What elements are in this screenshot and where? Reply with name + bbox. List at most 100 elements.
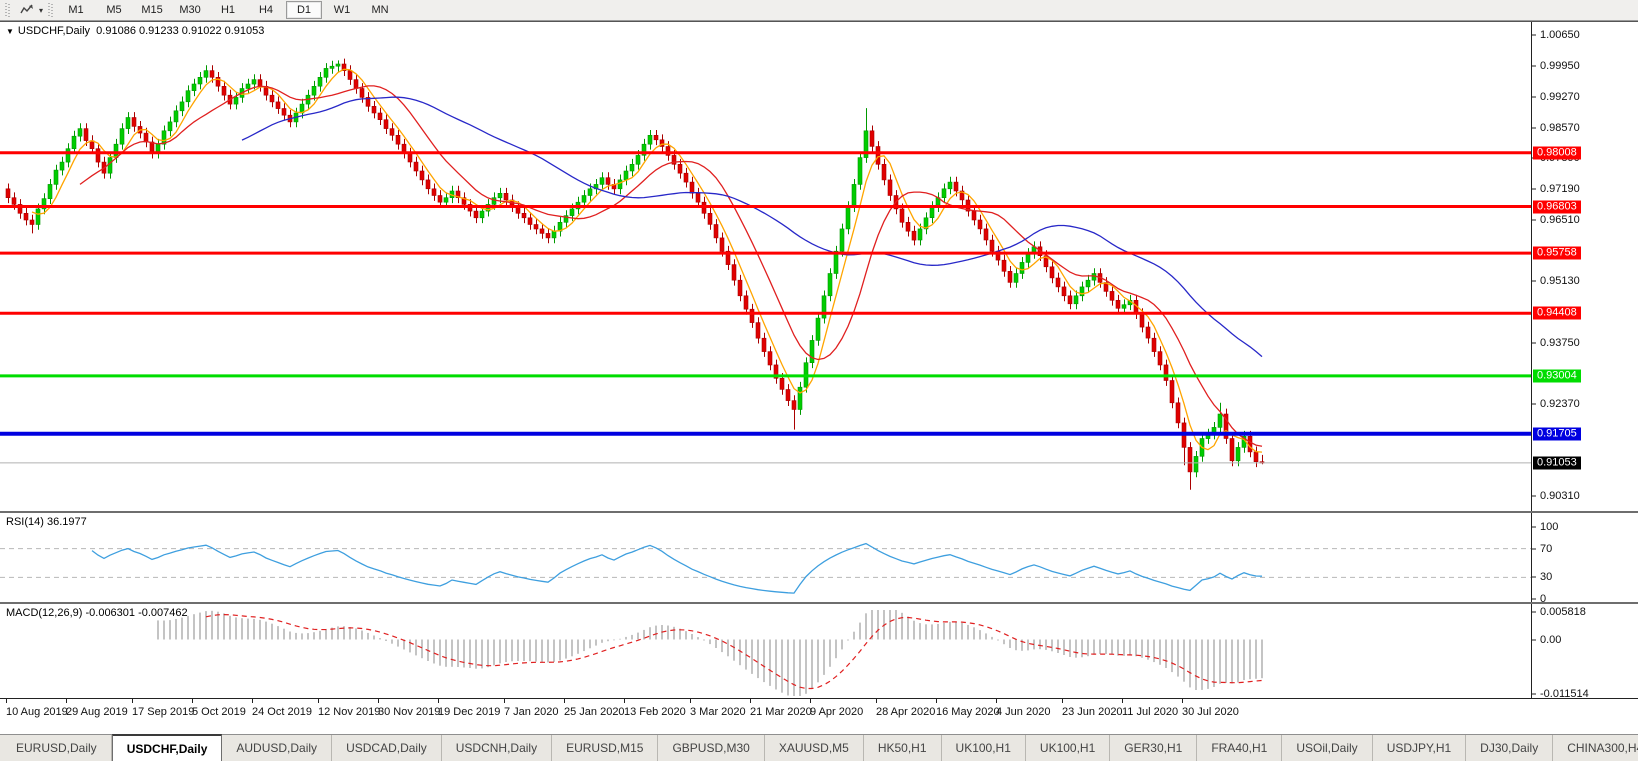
price-tick-label: 0.90310 [1540, 490, 1580, 502]
price-tick-mark [1532, 97, 1536, 98]
time-tick-mark [192, 699, 193, 703]
timeframe-button-M5[interactable]: M5 [96, 1, 132, 19]
price-tick-mark [1532, 128, 1536, 129]
time-tick-label: 29 Aug 2019 [66, 706, 128, 718]
rsi-label: RSI(14) [6, 516, 44, 528]
price-tick-label: 0.97190 [1540, 183, 1580, 195]
macd-tick-mark [1532, 640, 1536, 641]
timeframe-button-MN[interactable]: MN [362, 1, 398, 19]
time-tick-label: 17 Sep 2019 [132, 706, 194, 718]
rsi-tick-label: 70 [1540, 543, 1552, 555]
cursor-tool-icon[interactable] [15, 1, 39, 19]
time-tick-label: 19 Dec 2019 [438, 706, 500, 718]
time-tick-mark [996, 699, 997, 703]
symbol-tab-ger30-h1[interactable]: GER30,H1 [1110, 735, 1197, 761]
time-tick-label: 3 Mar 2020 [690, 706, 746, 718]
rsi-canvas[interactable] [0, 513, 1531, 602]
symbol-tab-audusd-daily[interactable]: AUDUSD,Daily [222, 735, 332, 761]
chart-ohlc-quotes: 0.91086 0.91233 0.91022 0.91053 [96, 25, 264, 37]
time-tick-mark [438, 699, 439, 703]
symbol-tab-eurusd-daily[interactable]: EURUSD,Daily [2, 735, 112, 761]
symbol-tab-bar: EURUSD,DailyUSDCHF,DailyAUDUSD,DailyUSDC… [0, 734, 1638, 761]
time-tick-mark [378, 699, 379, 703]
time-tick-label: 21 Mar 2020 [750, 706, 812, 718]
symbol-tab-usdcad-daily[interactable]: USDCAD,Daily [332, 735, 442, 761]
time-axis: 10 Aug 201929 Aug 2019 17 Sep 20195 Oct 2… [0, 699, 1638, 732]
rsi-panel-row: RSI(14) 36.1977 10070300 [0, 513, 1638, 604]
price-tick-mark [1532, 189, 1536, 190]
time-tick-label: 13 Feb 2020 [624, 706, 686, 718]
symbol-tab-usoil-daily[interactable]: USOil,Daily [1282, 735, 1372, 761]
time-tick-mark [750, 699, 751, 703]
candlestick-canvas[interactable] [0, 22, 1531, 511]
symbol-tab-china300-h4[interactable]: CHINA300,H4 [1553, 735, 1638, 761]
toolbar-drag-handle[interactable] [5, 3, 10, 17]
timeframe-button-M15[interactable]: M15 [134, 1, 170, 19]
macd-values: -0.006301 -0.007462 [85, 607, 187, 619]
timeframe-button-M1[interactable]: M1 [58, 1, 94, 19]
price-level-badge: 0.94408 [1533, 307, 1581, 320]
main-chart-row: ▼USDCHF,Daily 0.91086 0.91233 0.91022 0.… [0, 21, 1638, 513]
rsi-plot[interactable]: RSI(14) 36.1977 [0, 513, 1531, 602]
current-price-badge: 0.91053 [1533, 457, 1581, 470]
time-tick-mark [252, 699, 253, 703]
time-tick-label: 5 Oct 2019 [192, 706, 246, 718]
macd-label: MACD(12,26,9) [6, 607, 82, 619]
symbol-tab-hk50-h1[interactable]: HK50,H1 [864, 735, 942, 761]
macd-plot[interactable]: MACD(12,26,9) -0.006301 -0.007462 [0, 604, 1531, 698]
macd-title: MACD(12,26,9) -0.006301 -0.007462 [6, 607, 188, 619]
time-tick-label: 30 Jul 2020 [1182, 706, 1239, 718]
timeframe-button-D1[interactable]: D1 [286, 1, 322, 19]
rsi-axis: 10070300 [1531, 513, 1637, 602]
symbol-tab-uk100-h1[interactable]: UK100,H1 [1026, 735, 1110, 761]
timeframe-button-H4[interactable]: H4 [248, 1, 284, 19]
time-tick-label: 23 Jun 2020 [1062, 706, 1123, 718]
time-tick-mark [1122, 699, 1123, 703]
timeframe-button-M30[interactable]: M30 [172, 1, 208, 19]
macd-tick-mark [1532, 694, 1536, 695]
rsi-tick-mark [1532, 549, 1536, 550]
time-tick-label: 4 Jun 2020 [996, 706, 1050, 718]
time-tick-mark [1062, 699, 1063, 703]
time-tick-mark [876, 699, 877, 703]
price-tick-label: 1.00650 [1540, 29, 1580, 41]
mt4-window: ▾ M1M5M15M30H1H4D1W1MN ▼USDCHF,Daily 0.9… [0, 0, 1638, 761]
macd-canvas[interactable] [0, 604, 1531, 698]
time-tick-mark [936, 699, 937, 703]
time-tick-label: 24 Oct 2019 [252, 706, 312, 718]
symbol-tab-fra40-h1[interactable]: FRA40,H1 [1197, 735, 1282, 761]
macd-tick-mark [1532, 612, 1536, 613]
timeframe-button-H1[interactable]: H1 [210, 1, 246, 19]
chart-title: ▼USDCHF,Daily 0.91086 0.91233 0.91022 0.… [6, 25, 264, 37]
symbol-tab-uk100-h1[interactable]: UK100,H1 [942, 735, 1026, 761]
symbol-tab-usdchf-daily[interactable]: USDCHF,Daily [112, 734, 223, 761]
macd-tick-label: 0.005818 [1540, 606, 1586, 618]
symbol-tab-dj30-daily[interactable]: DJ30,Daily [1466, 735, 1553, 761]
toolbar-group-divider [48, 3, 53, 17]
time-tick-mark [66, 699, 67, 703]
time-tick-label: 10 Aug 2019 [6, 706, 68, 718]
price-tick-mark [1532, 66, 1536, 67]
symbol-tab-eurusd-m15[interactable]: EURUSD,M15 [552, 735, 658, 761]
tool-dropdown-caret[interactable]: ▾ [39, 6, 43, 15]
price-tick-mark [1532, 404, 1536, 405]
symbol-tab-usdcnh-daily[interactable]: USDCNH,Daily [442, 735, 552, 761]
price-tick-label: 0.98570 [1540, 122, 1580, 134]
macd-axis: 0.0058180.00-0.011514 [1531, 604, 1637, 698]
main-chart-plot[interactable]: ▼USDCHF,Daily 0.91086 0.91233 0.91022 0.… [0, 22, 1531, 511]
rsi-tick-mark [1532, 599, 1536, 600]
price-tick-label: 0.99950 [1540, 60, 1580, 72]
collapse-arrow-icon[interactable]: ▼ [6, 27, 14, 36]
timeframe-button-W1[interactable]: W1 [324, 1, 360, 19]
price-tick-mark [1532, 281, 1536, 282]
rsi-tick-label: 30 [1540, 571, 1552, 583]
rsi-value: 36.1977 [47, 516, 87, 528]
symbol-tab-xauusd-m5[interactable]: XAUUSD,M5 [765, 735, 864, 761]
price-level-badge: 0.95758 [1533, 247, 1581, 260]
price-tick-label: 0.99270 [1540, 91, 1580, 103]
symbol-tab-usdjpy-h1[interactable]: USDJPY,H1 [1373, 735, 1466, 761]
price-level-badge: 0.93004 [1533, 370, 1581, 383]
macd-tick-label: 0.00 [1540, 634, 1561, 646]
time-tick-mark [6, 699, 7, 703]
symbol-tab-gbpusd-m30[interactable]: GBPUSD,M30 [658, 735, 764, 761]
